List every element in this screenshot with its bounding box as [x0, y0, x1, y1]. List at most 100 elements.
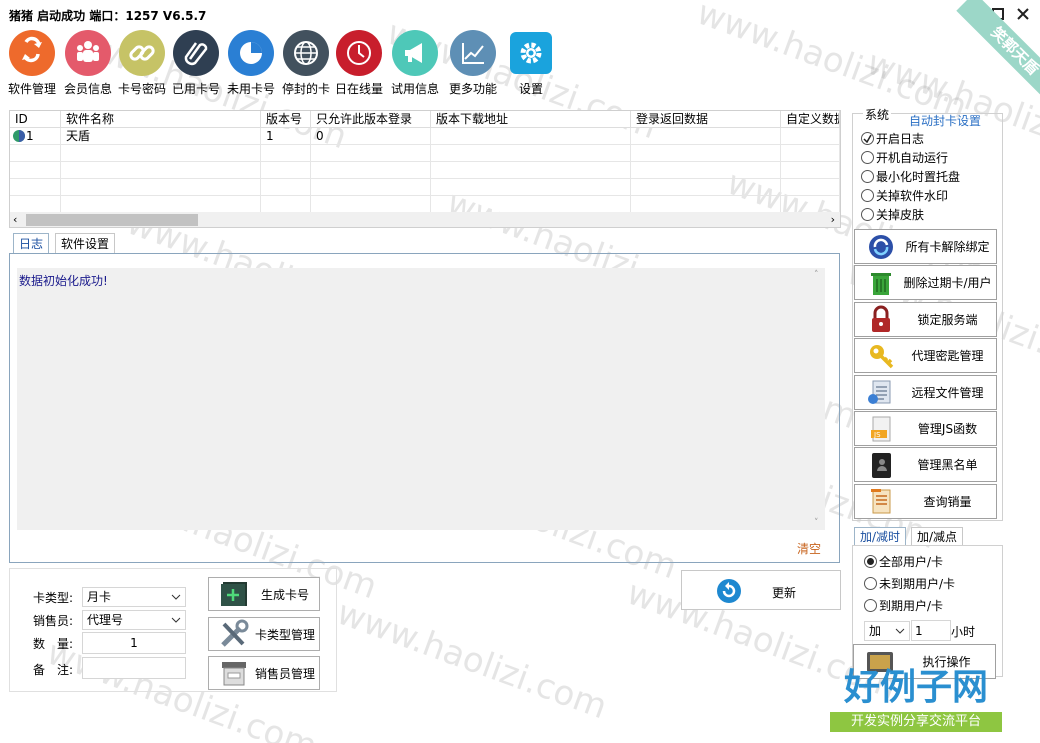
column-header[interactable]: 登录返回数据 — [631, 111, 781, 128]
file-button[interactable]: 远程文件管理 — [854, 374, 997, 410]
watermark-text: www.haolizi.com — [331, 592, 613, 728]
scroll-down-icon[interactable]: ˅ — [814, 518, 819, 528]
table-cell[interactable] — [781, 196, 840, 213]
column-header[interactable]: 只允许此版本登录 — [311, 111, 431, 128]
table-cell[interactable] — [61, 179, 261, 196]
note-input[interactable] — [82, 657, 186, 679]
toolbar-label: 日在线量 — [334, 82, 383, 96]
unbind-button[interactable]: 所有卡解除绑定 — [854, 229, 997, 264]
table-cell[interactable] — [631, 145, 781, 162]
table-cell[interactable] — [10, 179, 61, 196]
amount-input[interactable]: 1 — [911, 620, 951, 641]
system-option[interactable]: 关掉皮肤 — [861, 206, 924, 223]
system-option[interactable]: 开机自动运行 — [861, 149, 948, 166]
toolbar-refresh-button[interactable]: 软件管理 — [4, 28, 60, 98]
table-cell[interactable] — [781, 145, 840, 162]
table-cell[interactable] — [10, 145, 61, 162]
table-cell[interactable] — [631, 179, 781, 196]
scroll-thumb[interactable] — [26, 214, 198, 226]
toolbar-megaphone-button[interactable]: 试用信息 — [387, 28, 443, 98]
card-type-select[interactable]: 月卡 — [82, 587, 186, 607]
table-cell[interactable] — [431, 162, 631, 179]
table-cell[interactable]: 0 — [311, 128, 431, 145]
table-cell[interactable] — [311, 196, 431, 213]
table-cell[interactable] — [431, 128, 631, 145]
tab-log[interactable]: 日志 — [13, 233, 50, 254]
vertical-scrollbar[interactable]: ˄ ˅ — [811, 268, 825, 530]
scroll-left-icon[interactable]: ‹ — [13, 213, 17, 226]
scope-radio[interactable]: 全部用户/卡 — [864, 553, 943, 570]
column-header[interactable]: 版本下载地址 — [431, 111, 631, 128]
card-type-management-button[interactable]: 卡类型管理 — [208, 617, 320, 651]
table-cell[interactable]: 天盾 — [61, 128, 261, 145]
toolbar-link-button[interactable]: 卡号密码 — [114, 28, 170, 98]
table-cell[interactable] — [631, 128, 781, 145]
toolbar-chart-button[interactable]: 更多功能 — [445, 28, 501, 98]
table-cell[interactable] — [261, 145, 311, 162]
auto-ban-link[interactable]: 自动封卡设置 — [909, 112, 981, 129]
table-cell[interactable]: 1 — [261, 128, 311, 145]
table-cell[interactable] — [61, 162, 261, 179]
table-cell[interactable] — [61, 196, 261, 213]
tab-add-sub-time[interactable]: 加/减时 — [854, 527, 907, 546]
table-cell[interactable] — [311, 145, 431, 162]
table-cell[interactable] — [431, 179, 631, 196]
table-cell[interactable] — [431, 145, 631, 162]
key-button[interactable]: 代理密匙管理 — [854, 338, 997, 374]
blacklist-button[interactable]: 管理黑名单 — [854, 447, 997, 483]
column-header[interactable]: ID — [10, 111, 61, 128]
lock-icon — [863, 304, 899, 334]
update-button[interactable]: 更新 — [681, 570, 841, 610]
toolbar-clock-button[interactable]: 日在线量 — [331, 28, 387, 98]
clear-log-link[interactable]: 清空 — [797, 540, 821, 557]
table-cell[interactable] — [781, 179, 840, 196]
table-cell[interactable] — [631, 162, 781, 179]
table-cell[interactable] — [311, 179, 431, 196]
table-cell[interactable] — [781, 162, 840, 179]
toolbar-globe-button[interactable]: 停封的卡 — [278, 28, 334, 98]
trash-button[interactable]: 删除过期卡/用户 — [854, 265, 997, 301]
quantity-input[interactable]: 1 — [82, 632, 186, 654]
system-option[interactable]: 最小化时置托盘 — [861, 168, 960, 185]
table-cell[interactable] — [261, 162, 311, 179]
software-table[interactable]: ID软件名称版本号只允许此版本登录版本下载地址登录返回数据自定义数据1天盾10 … — [9, 110, 841, 228]
lock-button[interactable]: 锁定服务端 — [854, 301, 997, 337]
scope-radio[interactable]: 到期用户/卡 — [864, 597, 943, 614]
toolbar-paperclip-button[interactable]: 已用卡号 — [168, 28, 224, 98]
seller-management-button[interactable]: 销售员管理 — [208, 656, 320, 690]
scroll-up-icon[interactable]: ˄ — [814, 270, 819, 280]
toolbar-label: 软件管理 — [7, 82, 56, 96]
log-area[interactable]: 数据初始化成功! ˄ ˅ — [17, 268, 825, 530]
table-cell[interactable] — [431, 196, 631, 213]
toolbar-gear-button[interactable]: 设置 — [503, 28, 559, 98]
column-header[interactable]: 软件名称 — [61, 111, 261, 128]
sales-button[interactable]: 查询销量 — [854, 483, 997, 519]
generate-card-button[interactable]: 生成卡号 — [208, 577, 320, 611]
seller-icon — [217, 658, 251, 688]
tab-add-sub-points[interactable]: 加/减点 — [911, 527, 964, 546]
column-header[interactable]: 版本号 — [261, 111, 311, 128]
clock-icon — [336, 30, 382, 76]
horizontal-scrollbar[interactable]: ‹ › — [10, 212, 840, 227]
operation-select[interactable]: 加 — [864, 621, 910, 641]
toolbar-pie-button[interactable]: 未用卡号 — [223, 28, 279, 98]
table-cell[interactable] — [781, 128, 840, 145]
tab-software-settings[interactable]: 软件设置 — [55, 233, 116, 254]
table-cell[interactable] — [10, 162, 61, 179]
table-cell[interactable] — [311, 162, 431, 179]
table-cell[interactable] — [61, 145, 261, 162]
scope-radio[interactable]: 未到期用户/卡 — [864, 575, 955, 592]
table-cell[interactable] — [631, 196, 781, 213]
table-cell[interactable]: 1 — [10, 128, 61, 145]
toolbar-users-button[interactable]: 会员信息 — [60, 28, 116, 98]
system-option[interactable]: 关掉软件水印 — [861, 187, 948, 204]
seller-select[interactable]: 代理号 — [82, 610, 186, 630]
table-cell[interactable] — [261, 179, 311, 196]
js-file-button[interactable]: JS 管理JS函数 — [854, 411, 997, 446]
column-header[interactable]: 自定义数据 — [781, 111, 840, 128]
table-cell[interactable] — [10, 196, 61, 213]
scroll-right-icon[interactable]: › — [831, 213, 835, 226]
table-cell[interactable] — [261, 196, 311, 213]
system-option[interactable]: 开启日志 — [861, 130, 924, 147]
side-button-label: 删除过期卡/用户 — [903, 276, 992, 291]
